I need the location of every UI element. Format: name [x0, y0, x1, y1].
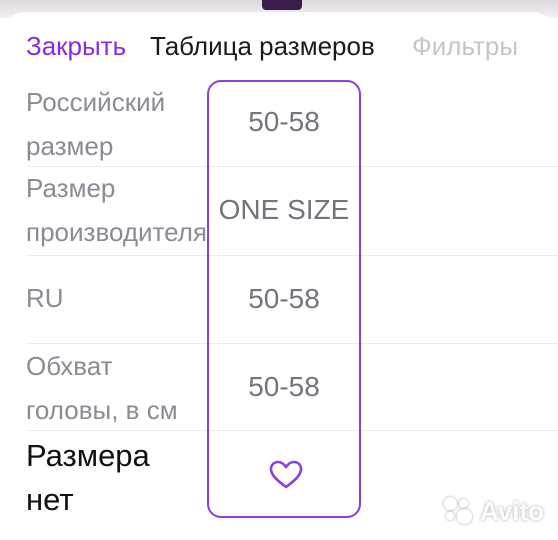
row-label-line: Размер — [26, 173, 116, 203]
page-title: Таблица размеров — [150, 31, 375, 61]
row-label-line: RU — [26, 283, 64, 313]
row-label-no-size: Размера нет — [26, 434, 216, 522]
row-label-line: производителя — [26, 217, 208, 247]
row-label-line: Российский — [26, 87, 166, 117]
filters-button[interactable]: Фильтры — [412, 31, 518, 62]
sheet-header: Закрыть Таблица размеров Фильтры — [26, 31, 538, 67]
size-value: 50-58 — [248, 106, 320, 137]
size-value: 50-58 — [248, 371, 320, 402]
row-label-manufacturer-size: Размер производителя — [26, 166, 216, 254]
heart-outline-icon[interactable] — [269, 460, 303, 490]
row-label-head-circumference: Обхват головы, в см — [26, 344, 216, 432]
avito-watermark: Avito — [443, 495, 544, 526]
size-value: 50-58 — [248, 283, 320, 314]
row-label-line: размер — [26, 131, 114, 161]
size-value: ONE SIZE — [218, 194, 350, 225]
row-label-ru: RU — [26, 276, 216, 320]
row-label-line: нет — [26, 482, 74, 517]
close-button[interactable]: Закрыть — [26, 31, 126, 62]
row-label-line: Обхват — [26, 351, 113, 381]
avito-logo-icon — [443, 497, 474, 525]
row-label-russian-size: Российский размер — [26, 80, 216, 168]
watermark-text: Avito — [479, 495, 544, 526]
row-label-line: Размера — [26, 438, 150, 473]
row-label-line: головы, в см — [26, 395, 178, 425]
status-notch — [262, 0, 302, 10]
